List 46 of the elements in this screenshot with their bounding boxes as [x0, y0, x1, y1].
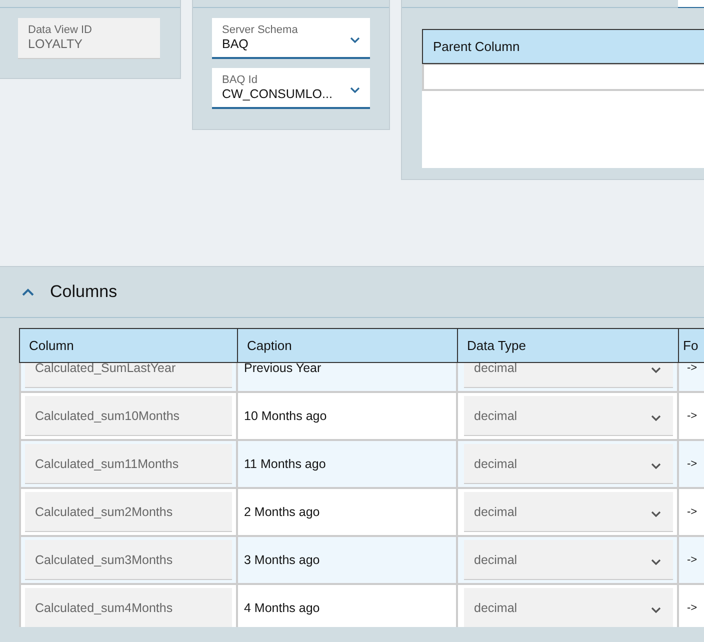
chevron-down-icon — [350, 87, 360, 93]
field-label: BAQ Id — [222, 74, 258, 86]
dropdown-field[interactable]: BAQ Id CW_CONSUMLO... — [212, 68, 370, 109]
chevron-down-icon — [350, 37, 360, 43]
table-cell-text: 11 Months ago — [243, 457, 326, 471]
caret-icon[interactable] — [22, 288, 34, 296]
readonly-field: Calculated_sum2Months — [25, 492, 232, 532]
chevron-down-icon — [651, 558, 661, 564]
dropdown-field[interactable]: decimal — [464, 540, 673, 580]
readonly-field: Calculated_sum4Months — [25, 588, 232, 627]
dropdown-field[interactable]: Server Schema BAQ — [212, 18, 370, 59]
table-cell-text: -> — [686, 410, 698, 422]
table-cell-text: 10 Months ago — [243, 409, 327, 423]
table-cell-text: 4 Months ago — [243, 601, 320, 615]
table-cell-text: 2 Months ago — [243, 505, 320, 519]
column-header[interactable]: Fo — [679, 328, 704, 363]
chevron-down-icon — [651, 510, 661, 516]
dropdown-field[interactable]: decimal — [464, 492, 673, 532]
field-value: LOYALTY — [28, 37, 82, 51]
table-cell-text: -> — [686, 554, 698, 566]
column-header[interactable]: Caption — [238, 328, 458, 363]
field-value: BAQ — [222, 37, 248, 51]
table-cell-text: Previous Year — [243, 363, 322, 375]
chevron-down-icon — [651, 366, 661, 372]
field-label: Server Schema — [222, 24, 299, 36]
input-field[interactable] — [678, 0, 704, 8]
chevron-down-icon — [651, 462, 661, 468]
readonly-field: Calculated_sum10Months — [25, 396, 232, 436]
dropdown-field[interactable]: decimal — [464, 444, 673, 484]
chevron-down-icon — [651, 414, 661, 420]
field-label: Data View ID — [28, 24, 93, 36]
table-cell-text: -> — [686, 363, 698, 374]
table-cell-text: -> — [686, 602, 698, 614]
field-value: CW_CONSUMLO... — [222, 87, 332, 101]
column-header[interactable]: Data Type — [458, 328, 679, 363]
column-header[interactable]: Parent Column — [423, 39, 520, 54]
dropdown-field[interactable]: decimal — [464, 588, 673, 627]
readonly-field: Calculated_sum3Months — [25, 540, 232, 580]
section-title: Columns — [50, 282, 118, 302]
chevron-down-icon — [651, 606, 661, 612]
column-header[interactable]: Column — [19, 328, 238, 363]
table-cell-text: -> — [686, 506, 698, 518]
readonly-field: Calculated_sum11Months — [25, 444, 232, 484]
table-cell-text: 3 Months ago — [243, 553, 320, 567]
dropdown-field[interactable]: decimal — [464, 396, 673, 436]
table-cell-text: -> — [686, 458, 698, 470]
